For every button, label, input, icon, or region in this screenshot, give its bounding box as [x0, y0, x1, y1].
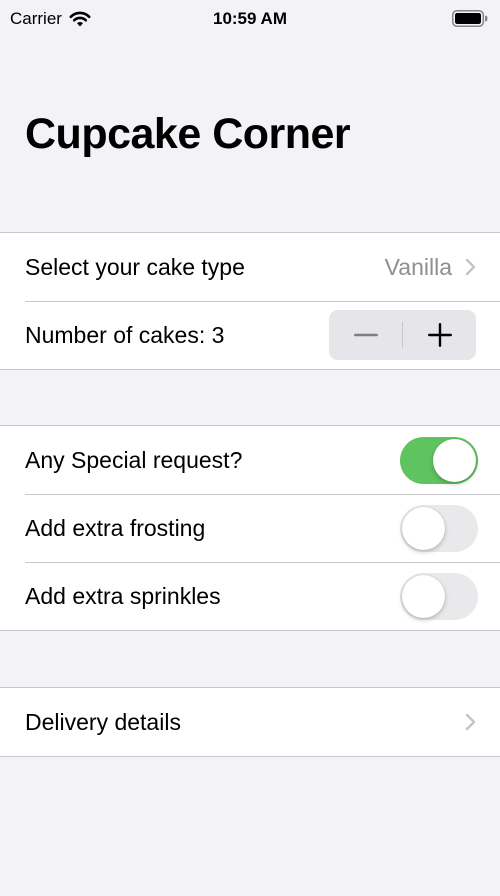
frosting-label: Add extra frosting: [25, 514, 206, 541]
quantity-label: Number of cakes: 3: [25, 321, 225, 348]
delivery-details-row[interactable]: Delivery details: [0, 688, 500, 756]
minus-icon: [353, 333, 378, 337]
sprinkles-toggle[interactable]: [400, 572, 478, 620]
status-time: 10:59 AM: [212, 9, 287, 28]
chevron-right-icon: [465, 713, 476, 731]
special-request-toggle[interactable]: [400, 436, 478, 484]
extras-section: Any Special request? Add extra frosting …: [0, 425, 500, 631]
frosting-row: Add extra frosting: [0, 494, 500, 562]
toggle-knob: [402, 506, 445, 550]
delivery-details-label: Delivery details: [25, 708, 181, 735]
toggle-knob: [433, 438, 476, 482]
cake-type-value: Vanilla: [384, 253, 452, 280]
page-title: Cupcake Corner: [25, 110, 351, 158]
order-section: Select your cake type Vanilla Number of …: [0, 232, 500, 370]
decrement-button[interactable]: [329, 310, 402, 360]
quantity-row: Number of cakes: 3: [0, 301, 500, 369]
quantity-stepper[interactable]: [329, 310, 476, 360]
sprinkles-row: Add extra sprinkles: [0, 562, 500, 630]
battery-icon: [452, 10, 488, 27]
special-request-row: Any Special request?: [0, 426, 500, 494]
toggle-knob: [402, 574, 445, 618]
delivery-section: Delivery details: [0, 687, 500, 757]
increment-button[interactable]: [403, 310, 476, 360]
status-bar: Carrier 10:59 AM: [0, 0, 500, 38]
app-screen: Carrier 10:59 AM Cupcake Corner Select y…: [0, 0, 500, 896]
sprinkles-label: Add extra sprinkles: [25, 582, 221, 609]
cake-type-label: Select your cake type: [25, 253, 245, 280]
special-request-label: Any Special request?: [25, 446, 243, 473]
frosting-toggle[interactable]: [400, 504, 478, 552]
chevron-right-icon: [465, 258, 476, 276]
plus-icon: [427, 323, 452, 347]
cake-type-row[interactable]: Select your cake type Vanilla: [0, 233, 500, 301]
